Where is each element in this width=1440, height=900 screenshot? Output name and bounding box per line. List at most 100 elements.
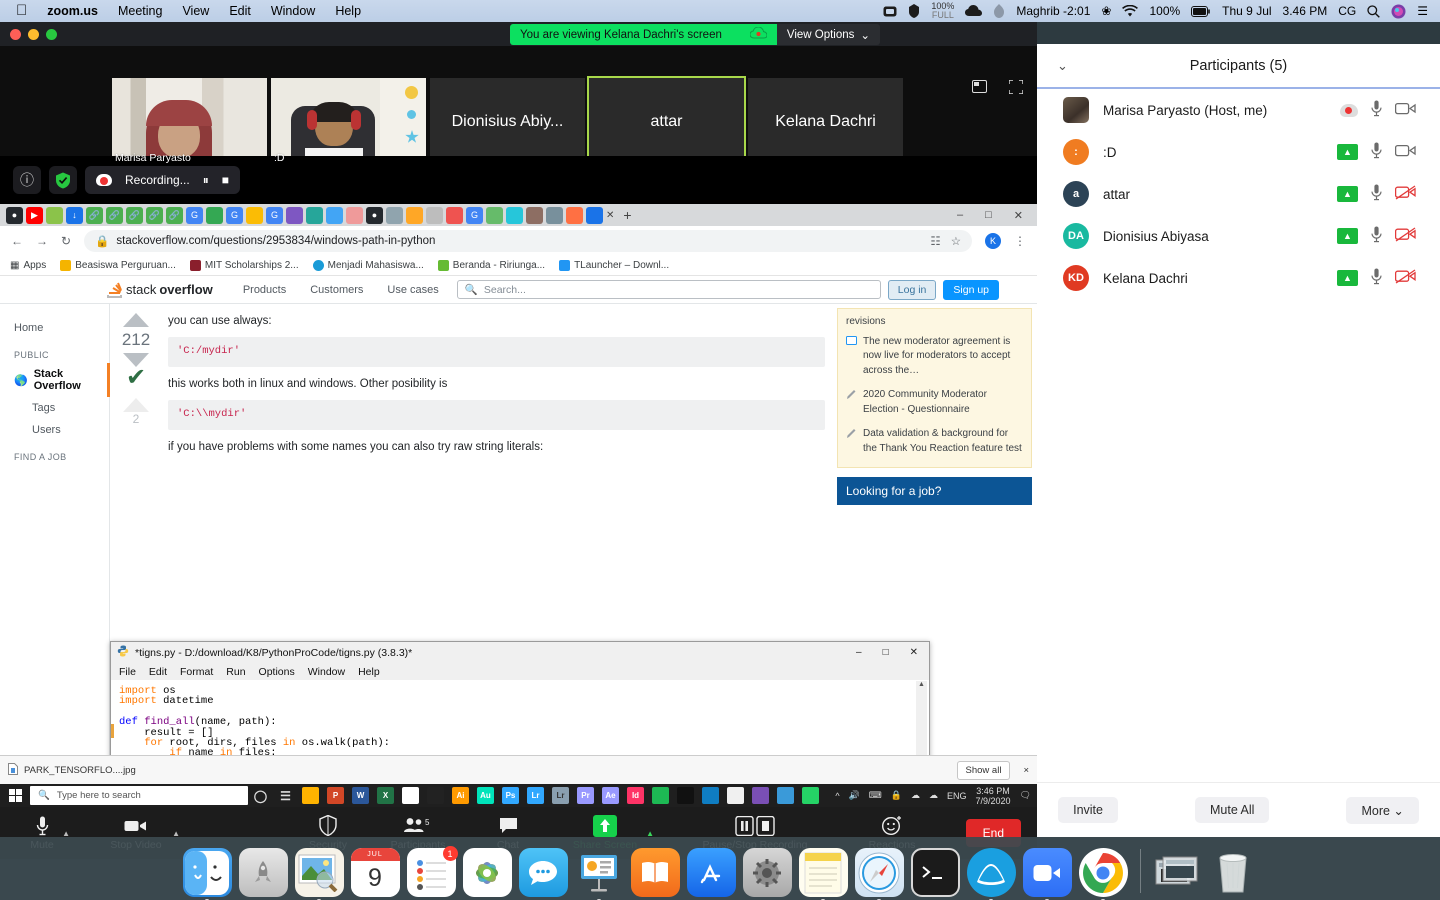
bookmark-beranda[interactable]: Beranda - Ririunga... — [437, 260, 545, 271]
sidebar-item-users[interactable]: Users — [14, 419, 109, 441]
microphone-icon[interactable] — [1371, 268, 1382, 288]
nav-customers[interactable]: Customers — [298, 284, 375, 296]
tab-app-icon-12[interactable] — [486, 206, 503, 224]
security-icon[interactable]: 🔒 — [891, 790, 902, 801]
video-camera-off-icon[interactable] — [1394, 269, 1416, 287]
messages-icon[interactable] — [518, 848, 568, 897]
tab-github-icon-2[interactable]: ● — [366, 206, 383, 224]
gallery-view-icon[interactable] — [972, 80, 987, 99]
tab-github-icon[interactable]: ● — [6, 206, 23, 224]
tab-download-icon[interactable]: ↓ — [66, 206, 83, 224]
nav-use-cases[interactable]: Use cases — [375, 284, 450, 296]
sidebar-item-stack-overflow[interactable]: 🌎 Stack Overflow — [14, 363, 110, 397]
close-downloads-bar-button[interactable]: × — [1023, 765, 1029, 776]
idle-menu-format[interactable]: Format — [180, 666, 213, 678]
pause-recording-button[interactable]: ⏸ — [203, 173, 209, 188]
word-icon[interactable]: W — [352, 787, 369, 804]
tab-youtube-icon[interactable]: ▶ — [26, 206, 43, 224]
idle-menu-help[interactable]: Help — [358, 666, 380, 678]
action-center-icon[interactable]: 🗨 — [1020, 790, 1031, 801]
shield-icon[interactable] — [49, 166, 77, 194]
participant-row-attar[interactable]: a attar ▲ — [1037, 173, 1440, 215]
language-indicator[interactable]: ENG — [947, 791, 967, 801]
photoshop-icon[interactable]: Ps — [502, 787, 519, 804]
excel-icon[interactable]: X — [377, 787, 394, 804]
photoshop-camera-icon[interactable] — [427, 787, 444, 804]
windows-clock[interactable]: 3:46 PM 7/9/2020 — [976, 786, 1011, 806]
lightroom-classic-icon[interactable]: Lr — [552, 787, 569, 804]
menu-item-window[interactable]: Window — [261, 4, 325, 18]
stop-recording-button[interactable]: ■ — [222, 173, 229, 187]
meta-item-3-row[interactable]: Data validation & background for the Tha… — [846, 422, 1023, 461]
close-button[interactable]: ✕ — [1014, 209, 1023, 222]
fullscreen-icon[interactable] — [1008, 79, 1024, 99]
app-store-icon[interactable] — [686, 848, 736, 897]
menu-item-edit[interactable]: Edit — [219, 4, 261, 18]
tab-google-icon-3[interactable]: G — [266, 206, 283, 224]
python-idle-icon[interactable] — [727, 787, 744, 804]
illustrator-icon[interactable]: Ai — [452, 787, 469, 804]
more-button[interactable]: More ⌄ — [1346, 796, 1419, 824]
info-icon[interactable]: ⓘ — [13, 166, 41, 194]
tab-app-icon-6[interactable] — [326, 206, 343, 224]
terminal-icon[interactable] — [910, 848, 960, 897]
network-icon[interactable]: ☁ — [911, 790, 920, 801]
microphone-icon[interactable] — [1371, 184, 1382, 204]
file-explorer-icon[interactable] — [302, 787, 319, 804]
tab-app-icon-7[interactable] — [346, 206, 363, 224]
thumbnail-attar[interactable]: attar — [587, 76, 746, 168]
books-icon[interactable] — [630, 848, 680, 897]
thumbnail-dionisius[interactable]: Dionisius Abiy... — [428, 76, 587, 168]
premiere-icon[interactable]: Pr — [577, 787, 594, 804]
finder-icon[interactable] — [182, 848, 232, 900]
menu-item-help[interactable]: Help — [325, 4, 371, 18]
edge-icon[interactable] — [702, 787, 719, 804]
bookmark-mit[interactable]: MIT Scholarships 2... — [189, 260, 299, 271]
stackoverflow-logo[interactable]: stack overflow — [106, 281, 213, 298]
url-bar[interactable]: 🔒 stackoverflow.com/questions/2953834/wi… — [84, 230, 972, 252]
windows-start-button[interactable] — [0, 784, 30, 807]
tab-google-icon-2[interactable]: G — [226, 206, 243, 224]
terminal-icon[interactable] — [677, 787, 694, 804]
idle-menu-window[interactable]: Window — [308, 666, 345, 678]
mute-all-button[interactable]: Mute All — [1194, 797, 1270, 823]
menu-app-name[interactable]: zoom.us — [37, 4, 108, 18]
calendar-icon[interactable]: JUL 9 — [350, 848, 400, 897]
tab-app-icon-15[interactable] — [546, 206, 563, 224]
signup-button[interactable]: Sign up — [943, 279, 1000, 300]
zoom-icon[interactable] — [1022, 848, 1072, 900]
idle-menu-file[interactable]: File — [119, 666, 136, 678]
view-options-button[interactable]: View Options ⌄ — [776, 24, 881, 45]
thumbnail-d[interactable]: :D — [269, 76, 428, 168]
invite-button[interactable]: Invite — [1058, 797, 1118, 823]
tab-app-icon-5[interactable] — [306, 206, 323, 224]
menubar-user[interactable]: CG — [1338, 4, 1356, 18]
prayer-time-label[interactable]: Maghrib -2:01 — [1016, 4, 1090, 18]
menu-item-meeting[interactable]: Meeting — [108, 4, 172, 18]
idle-close-button[interactable]: ✕ — [910, 647, 918, 658]
tab-app-icon-14[interactable] — [526, 206, 543, 224]
upvote-button[interactable] — [123, 313, 149, 327]
task-view-icon[interactable]: ☰ — [277, 787, 294, 804]
scroll-up-arrow[interactable]: ▲ — [916, 681, 927, 693]
tab-google-icon-4[interactable]: G — [466, 206, 483, 224]
upvote-button-2[interactable] — [123, 398, 149, 412]
thumbnail-kelana[interactable]: Kelana Dachri — [746, 76, 905, 168]
reminders-icon[interactable]: 1 — [406, 846, 458, 897]
tab-app-icon-8[interactable] — [386, 206, 403, 224]
chevron-down-icon[interactable]: ⌄ — [1057, 58, 1068, 74]
tab-app-icon-4[interactable] — [286, 206, 303, 224]
aftereffects-icon[interactable]: Ae — [602, 787, 619, 804]
sidebar-item-home[interactable]: Home — [14, 317, 109, 339]
spotify-icon[interactable] — [652, 787, 669, 804]
reload-button[interactable]: ↻ — [61, 234, 71, 248]
maximize-window-button[interactable] — [46, 28, 57, 40]
participant-row-marisa[interactable]: Marisa Paryasto (Host, me) — [1037, 89, 1440, 131]
idle-minimize-button[interactable]: – — [856, 647, 862, 658]
trash-icon[interactable] — [1209, 848, 1258, 897]
preview-icon[interactable] — [294, 848, 344, 900]
video-camera-icon[interactable] — [1394, 144, 1416, 160]
antivirus-icon[interactable] — [908, 4, 920, 18]
sidebar-item-tags[interactable]: Tags — [14, 397, 109, 419]
cortana-icon[interactable]: ◯ — [252, 787, 269, 804]
